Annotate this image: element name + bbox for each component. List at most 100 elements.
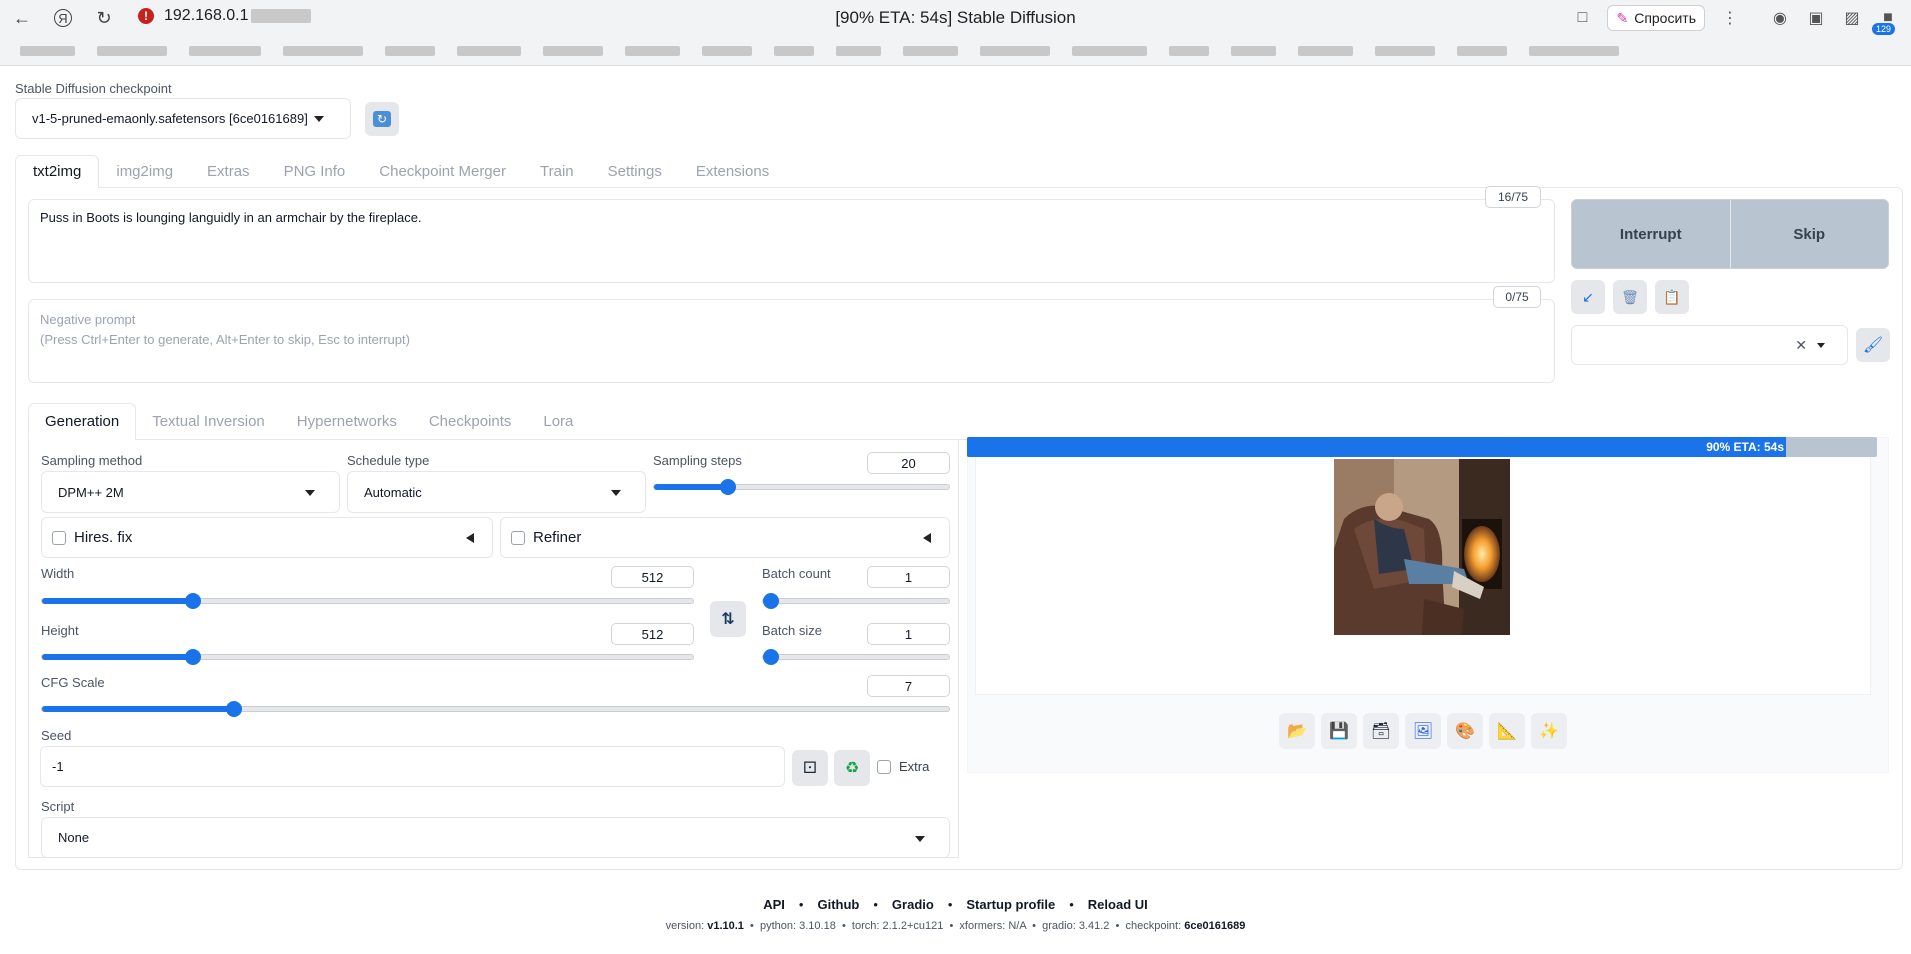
bookmark-icon[interactable]: □: [1571, 7, 1593, 29]
footer-link-gradio[interactable]: Gradio: [892, 897, 934, 912]
collections-icon[interactable]: ▣: [1805, 7, 1827, 29]
slider-thumb[interactable]: [763, 649, 779, 665]
gift-icon[interactable]: ▨: [1841, 7, 1863, 29]
bookmark-item[interactable]: [1457, 45, 1507, 56]
tab-textual-inversion[interactable]: Textual Inversion: [136, 403, 281, 440]
cfg-scale-slider[interactable]: [41, 701, 950, 717]
slider-thumb[interactable]: [719, 479, 736, 495]
tab-txt2img[interactable]: txt2img: [15, 155, 100, 188]
back-icon[interactable]: ←: [8, 4, 36, 32]
ask-button[interactable]: ✎ Спросить: [1607, 5, 1705, 31]
zip-button[interactable]: 🗃: [1363, 713, 1399, 749]
preview-image[interactable]: [1334, 459, 1510, 635]
batch-size-slider[interactable]: [762, 649, 950, 665]
tab-extensions[interactable]: Extensions: [679, 155, 786, 188]
apply-styles-button[interactable]: 📋: [1655, 280, 1689, 314]
height-input[interactable]: 512: [611, 623, 694, 645]
footer-link-startup-profile[interactable]: Startup profile: [966, 897, 1055, 912]
bookmark-item[interactable]: [702, 45, 752, 56]
tab-checkpoint-merger[interactable]: Checkpoint Merger: [362, 155, 523, 188]
bookmark-item[interactable]: [980, 45, 1050, 56]
height-slider[interactable]: [41, 649, 694, 665]
hires-fix-checkbox[interactable]: [52, 530, 66, 545]
bookmark-item[interactable]: [625, 45, 680, 56]
sampling-method-select[interactable]: DPM++ 2M: [41, 471, 340, 513]
send-to-extras-button[interactable]: 📐: [1489, 713, 1525, 749]
yandex-icon[interactable]: Я: [54, 9, 72, 27]
bookmark-item[interactable]: [774, 45, 814, 56]
bookmark-item[interactable]: [97, 45, 167, 56]
slider-thumb[interactable]: [185, 593, 202, 609]
bookmark-item[interactable]: [1169, 45, 1209, 56]
batch-count-slider[interactable]: [762, 593, 950, 609]
bookmark-item[interactable]: [20, 45, 75, 56]
menu-dots-icon[interactable]: ⋮: [1719, 7, 1741, 29]
bookmark-item[interactable]: [1298, 45, 1353, 56]
clear-icon[interactable]: ✕: [1795, 337, 1807, 354]
cfg-scale-input[interactable]: 7: [867, 675, 950, 697]
tab-train[interactable]: Train: [523, 155, 591, 188]
tab-extras[interactable]: Extras: [190, 155, 267, 188]
open-folder-button[interactable]: 📂: [1279, 713, 1315, 749]
footer-link-reload-ui[interactable]: Reload UI: [1088, 897, 1148, 912]
tab-generation[interactable]: Generation: [28, 403, 137, 440]
camera-icon[interactable]: ◉: [1769, 7, 1791, 29]
refiner-accordion[interactable]: Refiner: [500, 517, 950, 558]
random-seed-button[interactable]: ⚀: [792, 750, 828, 786]
tab-img2img[interactable]: img2img: [99, 155, 190, 188]
footer-link-api[interactable]: API: [763, 897, 785, 912]
bookmark-item[interactable]: [1529, 45, 1619, 56]
reuse-seed-button[interactable]: ♻: [834, 750, 870, 786]
swap-dimensions-button[interactable]: ⇅: [710, 601, 746, 637]
hires-fix-accordion[interactable]: Hires. fix: [41, 517, 493, 558]
batch-count-input[interactable]: 1: [867, 566, 950, 588]
bookmark-item[interactable]: [283, 45, 363, 56]
edit-styles-button[interactable]: 🖌: [1856, 328, 1890, 362]
bookmark-item[interactable]: [1072, 45, 1147, 56]
footer-link-github[interactable]: Github: [817, 897, 859, 912]
clear-prompt-button[interactable]: 🗑: [1613, 280, 1647, 314]
profile-icon[interactable]: ■ 129: [1871, 7, 1899, 35]
negative-prompt-textarea[interactable]: Negative prompt (Press Ctrl+Enter to gen…: [28, 299, 1555, 383]
seed-input[interactable]: -1: [40, 746, 785, 787]
sampling-steps-input[interactable]: 20: [867, 452, 950, 474]
bookmark-item[interactable]: [836, 45, 881, 56]
bookmark-item[interactable]: [189, 45, 261, 56]
slider-thumb[interactable]: [763, 593, 779, 609]
slider-thumb[interactable]: [185, 649, 202, 665]
send-to-img2img-button[interactable]: 🖼: [1405, 713, 1441, 749]
styles-select[interactable]: ✕: [1571, 325, 1848, 365]
interrupt-button[interactable]: Interrupt: [1572, 200, 1730, 268]
bookmark-item[interactable]: [385, 45, 435, 56]
send-to-inpaint-button[interactable]: 🎨: [1447, 713, 1483, 749]
bookmark-item[interactable]: [457, 45, 521, 56]
reload-icon[interactable]: ↻: [90, 4, 118, 32]
bookmark-item[interactable]: [1231, 45, 1276, 56]
extra-checkbox[interactable]: [877, 759, 891, 774]
width-slider[interactable]: [41, 593, 694, 609]
refiner-checkbox[interactable]: [511, 530, 525, 545]
extra-seed-option[interactable]: Extra: [877, 759, 929, 774]
tab-settings[interactable]: Settings: [591, 155, 679, 188]
insecure-warning-icon[interactable]: !: [138, 8, 154, 24]
sampling-steps-slider[interactable]: [653, 479, 950, 495]
bookmark-item[interactable]: [543, 45, 603, 56]
script-select[interactable]: None: [41, 817, 950, 858]
checkpoint-select[interactable]: v1-5-pruned-emaonly.safetensors [6ce0161…: [15, 98, 351, 139]
read-params-button[interactable]: ↙: [1571, 280, 1605, 314]
skip-button[interactable]: Skip: [1729, 200, 1888, 268]
bookmark-item[interactable]: [1375, 45, 1435, 56]
tab-lora[interactable]: Lora: [527, 403, 589, 440]
batch-size-input[interactable]: 1: [867, 623, 950, 645]
bookmark-item[interactable]: [903, 45, 958, 56]
tab-checkpoints[interactable]: Checkpoints: [413, 403, 528, 440]
schedule-type-select[interactable]: Automatic: [347, 471, 646, 513]
tab-hypernetworks[interactable]: Hypernetworks: [281, 403, 413, 440]
upscale-button[interactable]: ✨: [1531, 713, 1567, 749]
address-bar[interactable]: ! 192.168.0.1: [138, 7, 311, 25]
prompt-textarea[interactable]: Puss in Boots is lounging languidly in a…: [28, 199, 1555, 283]
save-button[interactable]: 💾: [1321, 713, 1357, 749]
tab-png-info[interactable]: PNG Info: [267, 155, 363, 188]
width-input[interactable]: 512: [611, 566, 694, 588]
refresh-checkpoints-button[interactable]: ↻: [365, 102, 399, 136]
